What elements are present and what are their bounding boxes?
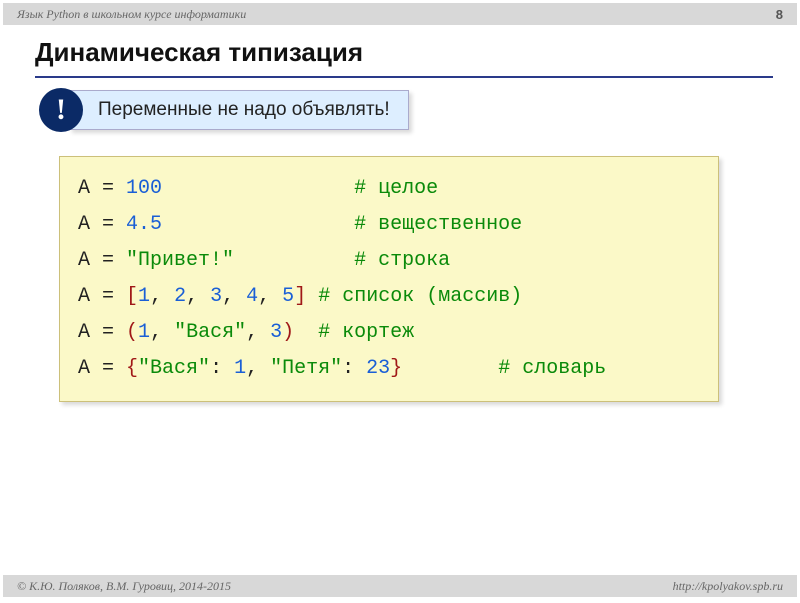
page-number: 8 (776, 7, 783, 22)
code-int: 100 (126, 177, 162, 200)
code-float: 4.5 (126, 213, 162, 236)
code-line-5: A = (1, "Вася", 3) # кортеж (78, 315, 700, 351)
exclamation-icon: ! (39, 88, 83, 132)
slide: Язык Python в школьном курсе информатики… (3, 3, 797, 597)
code-block: A = 100 # целое A = 4.5 # вещественное A… (59, 156, 719, 402)
footer-url: http://kpolyakov.spb.ru (673, 579, 783, 594)
code-line-1: A = 100 # целое (78, 171, 700, 207)
code-var: A (78, 177, 90, 200)
code-comment: # целое (354, 177, 438, 200)
course-title: Язык Python в школьном курсе информатики (17, 7, 246, 22)
callout: ! Переменные не надо объявлять! (39, 88, 797, 132)
slide-title: Динамическая типизация (35, 37, 773, 78)
callout-text: Переменные не надо объявлять! (69, 90, 409, 130)
code-line-6: A = {"Вася": 1, "Петя": 23} # словарь (78, 351, 700, 387)
header-bar: Язык Python в школьном курсе информатики… (3, 3, 797, 25)
footer-bar: © К.Ю. Поляков, В.М. Гуровиц, 2014-2015 … (3, 575, 797, 597)
code-string: "Привет!" (126, 249, 234, 272)
code-line-4: A = [1, 2, 3, 4, 5] # список (массив) (78, 279, 700, 315)
code-line-3: A = "Привет!" # строка (78, 243, 700, 279)
code-line-2: A = 4.5 # вещественное (78, 207, 700, 243)
copyright-text: © К.Ю. Поляков, В.М. Гуровиц, 2014-2015 (17, 579, 231, 594)
